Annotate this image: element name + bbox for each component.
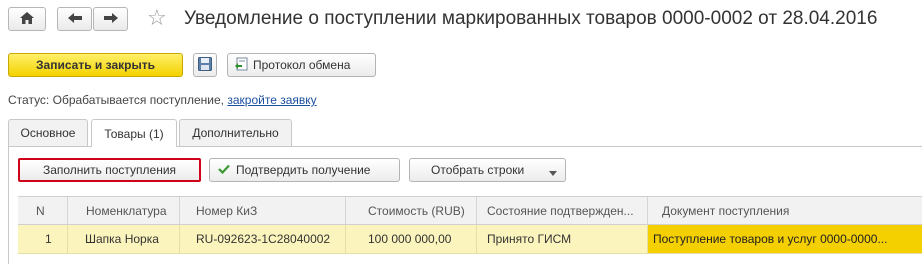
favorite-star-icon[interactable]: ☆ <box>147 5 167 31</box>
column-header-nomenclature[interactable]: Номенклатура <box>68 197 180 224</box>
tab-main-label: Основное <box>20 126 76 140</box>
tab-additional-label: Дополнительно <box>192 126 279 140</box>
close-request-link[interactable]: закройте заявку <box>227 93 316 107</box>
exchange-protocol-icon <box>234 57 248 74</box>
select-rows-button[interactable]: Отобрать строки <box>409 158 566 182</box>
status-text: Обрабатывается поступление, <box>52 93 225 107</box>
fill-receipts-label: Заполнить поступления <box>42 163 177 177</box>
tab-goods[interactable]: Товары (1) <box>91 119 177 147</box>
exchange-protocol-button[interactable]: Протокол обмена <box>227 53 376 77</box>
cell-cost: 100 000 000,00 <box>346 225 477 253</box>
tab-goods-label: Товары (1) <box>104 126 164 141</box>
table-row[interactable]: 1 Шапка Норка RU-092623-1C28040002 100 0… <box>18 225 922 254</box>
chevron-down-icon <box>549 166 557 180</box>
save-and-close-label: Записать и закрыть <box>36 58 155 72</box>
confirm-receipt-button[interactable]: Подтвердить получение <box>209 158 400 182</box>
column-header-receipt-document[interactable]: Документ поступления <box>648 197 922 224</box>
status-label: Статус: <box>8 93 50 107</box>
cell-confirmation-state: Принято ГИСМ <box>477 225 648 253</box>
cell-kiz-number: RU-092623-1C28040002 <box>180 225 346 253</box>
cell-n: 1 <box>18 225 68 253</box>
save-button[interactable] <box>193 53 217 77</box>
arrow-left-icon <box>67 12 83 27</box>
save-and-close-button[interactable]: Записать и закрыть <box>8 53 183 77</box>
forward-button[interactable] <box>93 7 128 31</box>
column-header-n[interactable]: N <box>18 197 68 224</box>
confirm-receipt-label: Подтвердить получение <box>236 163 371 177</box>
fill-receipts-button[interactable]: Заполнить поступления <box>18 158 201 182</box>
tab-main[interactable]: Основное <box>8 119 88 146</box>
column-header-kiz-number[interactable]: Номер КиЗ <box>180 197 346 224</box>
exchange-protocol-label: Протокол обмена <box>253 58 351 72</box>
home-button[interactable] <box>8 7 46 31</box>
column-header-cost[interactable]: Стоимость (RUB) <box>346 197 477 224</box>
cell-nomenclature: Шапка Норка <box>68 225 180 253</box>
table-header: N Номенклатура Номер КиЗ Стоимость (RUB)… <box>18 196 922 225</box>
arrow-right-icon <box>103 12 119 27</box>
floppy-disk-icon <box>198 56 212 74</box>
select-rows-label: Отобрать строки <box>431 163 525 177</box>
cell-receipt-document[interactable]: Поступление товаров и услуг 0000-0000... <box>648 225 922 253</box>
tab-additional[interactable]: Дополнительно <box>179 119 292 146</box>
home-icon <box>19 11 35 28</box>
column-header-confirmation-state[interactable]: Состояние подтвержден... <box>477 197 648 224</box>
page-title: Уведомление о поступлении маркированных … <box>184 8 878 29</box>
checkmark-icon <box>218 163 230 177</box>
back-button[interactable] <box>57 7 92 31</box>
status-line: Статус: Обрабатывается поступление, закр… <box>8 93 317 107</box>
